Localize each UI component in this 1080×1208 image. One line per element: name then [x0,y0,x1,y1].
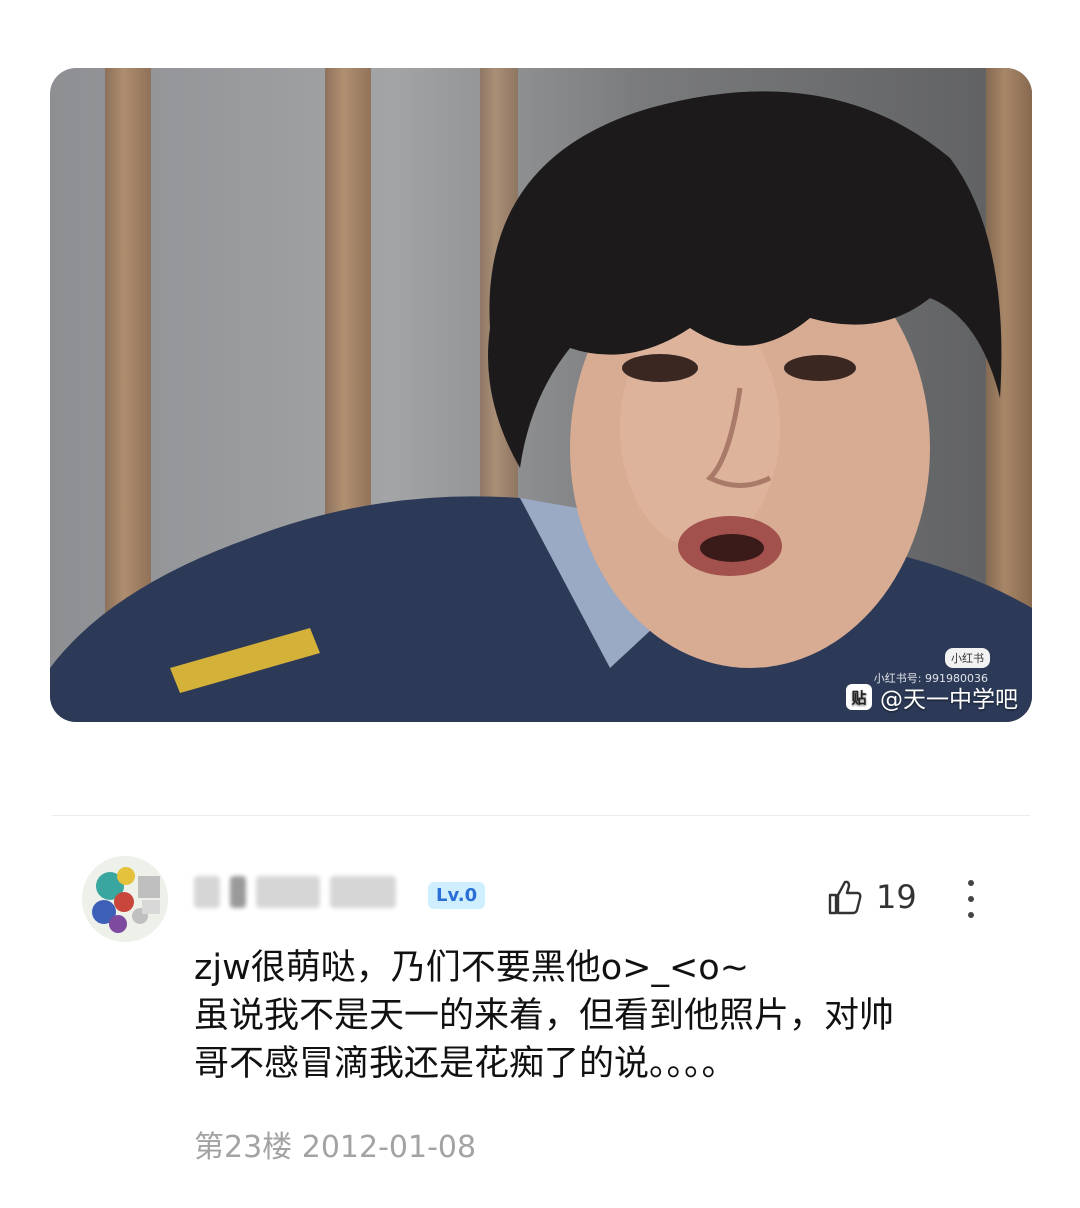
avatar[interactable] [82,856,168,942]
floor-number: 第23楼 [194,1130,293,1165]
comment-line: zjw很萌哒，乃们不要黑他o>_<o~ [194,948,750,988]
comment-line: 哥不感冒滴我还是花痴了的说。。。。 [194,1044,737,1084]
post-image[interactable]: 小红书 小红书号: 991980036 贴 @天一中学吧 [50,68,1032,722]
comment-line: 虽说我不是天一的来着，但看到他照片，对帅 [194,996,895,1036]
page: 小红书 小红书号: 991980036 贴 @天一中学吧 Lv.0 19 zjw… [0,0,1080,1208]
portrait-illustration [50,91,1032,722]
thumbs-up-icon [828,880,862,915]
tieba-logo-icon: 贴 [846,684,872,710]
comment-date: 2012-01-08 [301,1130,477,1165]
watermark-source: 贴 @天一中学吧 [846,680,1018,714]
avatar-image [82,856,168,942]
like-count: 19 [876,878,917,916]
user-level-badge: Lv.0 [428,882,486,909]
like-button[interactable]: 19 [826,878,917,916]
divider [52,815,1030,816]
username-obscured[interactable] [194,876,396,908]
more-vertical-icon[interactable] [968,880,974,918]
watermark-badge: 小红书 [945,648,990,668]
comment-meta: 第23楼 2012-01-08 [194,1122,476,1166]
watermark-text: @天一中学吧 [880,687,1018,713]
comment-text: zjw很萌哒，乃们不要黑他o>_<o~ 虽说我不是天一的来着，但看到他照片，对帅… [194,944,1014,1088]
